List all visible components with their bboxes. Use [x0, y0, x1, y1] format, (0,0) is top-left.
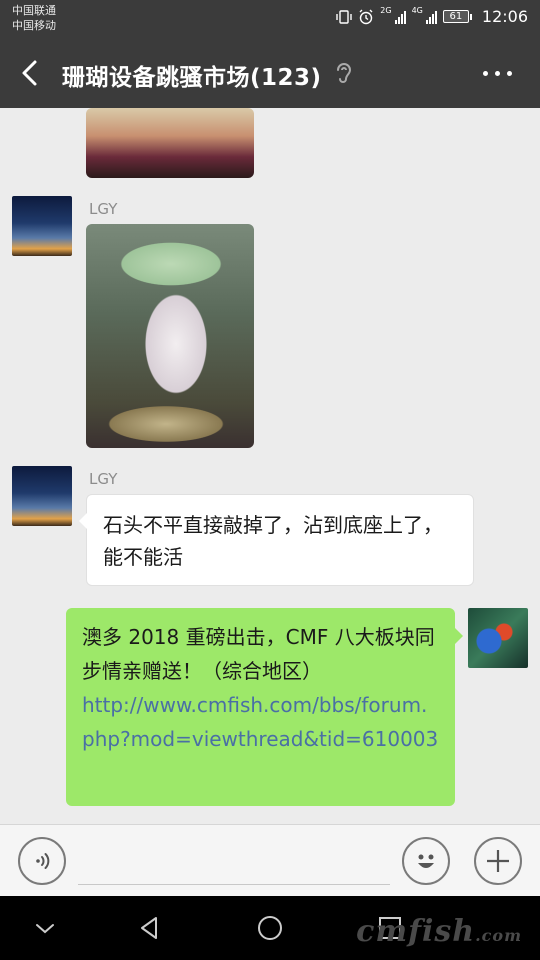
battery-icon: 61: [442, 10, 472, 23]
alarm-icon: [359, 9, 373, 24]
battery-level: 61: [442, 10, 469, 23]
status-bar: 中国联通 中国移动 2G 4G 61 12:06: [0, 0, 540, 38]
more-options-icon[interactable]: [483, 71, 512, 76]
system-nav-bar: cmfish.com: [0, 896, 540, 960]
coral-photo-partial[interactable]: [86, 108, 254, 178]
chevron-down-icon[interactable]: [31, 914, 59, 942]
carrier-info: 中国联通 中国移动: [12, 3, 56, 33]
outgoing-message-bubble[interactable]: 澳多 2018 重磅出击，CMF 八大板块同步情亲赠送！（综合地区） http:…: [66, 608, 463, 806]
message-text: 澳多 2018 重磅出击，CMF 八大板块同步情亲赠送！（综合地区）: [82, 625, 435, 683]
vibrate-icon: [336, 9, 352, 24]
clock: 12:06: [481, 7, 528, 26]
circle-home-icon[interactable]: [256, 914, 284, 942]
incoming-message-bubble[interactable]: 石头不平直接敲掉了，沾到底座上了，能不能活: [79, 494, 474, 586]
avatar-lgy[interactable]: [12, 196, 72, 256]
carrier-2: 中国移动: [12, 19, 56, 32]
avatar-lgy[interactable]: [12, 466, 72, 526]
watermark-logo: cmfish.com: [356, 914, 522, 949]
triangle-back-icon[interactable]: [136, 914, 164, 942]
chat-messages[interactable]: LGY LGY 石头不平直接敲掉了，沾到底座上了，能不能活 澳多 2018 重磅…: [0, 108, 540, 824]
signal-icon-2: [425, 10, 437, 24]
plus-icon: [487, 850, 509, 872]
sender-name: LGY: [89, 200, 118, 218]
voice-icon: [36, 853, 50, 869]
signal-icon-1: [394, 10, 406, 24]
watermark-text: cmfish: [356, 914, 476, 949]
ear-icon[interactable]: [333, 60, 355, 86]
chat-title: 珊瑚设备跳骚市场(123): [62, 65, 322, 91]
sender-name: LGY: [89, 470, 118, 488]
emoji-icon: [418, 854, 434, 868]
watermark-suffix: .com: [475, 926, 522, 945]
chat-header: 珊瑚设备跳骚市场(123): [0, 38, 540, 108]
input-bar: [0, 824, 540, 896]
voice-button[interactable]: [18, 837, 66, 885]
plus-button[interactable]: [474, 837, 522, 885]
message-link[interactable]: http://www.cmfish.com/bbs/forum.php?mod=…: [82, 688, 439, 756]
carrier-1: 中国联通: [12, 4, 56, 17]
emoji-button[interactable]: [402, 837, 450, 885]
avatar-self[interactable]: [468, 608, 528, 668]
back-chevron-icon[interactable]: [16, 58, 46, 88]
status-icons: 2G 4G 61 12:06: [336, 6, 528, 26]
coral-photo[interactable]: [86, 224, 254, 448]
message-input[interactable]: [78, 839, 390, 885]
network-type-2: 4G: [411, 6, 423, 15]
network-type-1: 2G: [380, 6, 392, 15]
